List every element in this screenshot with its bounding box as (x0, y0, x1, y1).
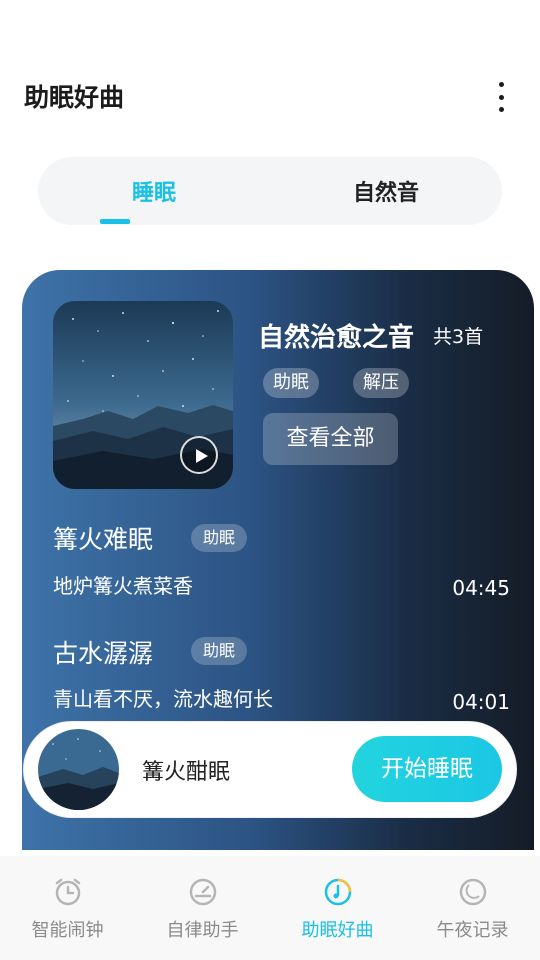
nav-label: 午夜记录 (436, 920, 509, 941)
play-icon[interactable] (180, 436, 218, 474)
nav-label: 助眠好曲 (301, 920, 374, 941)
song-tag: 助眠 (191, 637, 248, 665)
tab-bar: 睡眠 自然音 (38, 157, 502, 225)
album-tag: 解压 (353, 368, 409, 398)
player-cover (38, 729, 119, 810)
more-icon[interactable] (486, 80, 516, 114)
player-cover-image (38, 729, 119, 810)
song-duration: 04:01 (452, 690, 510, 714)
song-subtitle: 地炉篝火煮菜香 (53, 574, 193, 598)
page-title: 助眠好曲 (24, 83, 125, 112)
active-tab-indicator (100, 219, 130, 224)
mini-player[interactable]: 篝火酣眠 开始睡眠 (24, 722, 516, 817)
nav-item-alarm[interactable]: 智能闹钟 (0, 856, 135, 960)
nav-item-sleep-music[interactable]: 助眠好曲 (270, 856, 405, 960)
album-tag: 助眠 (263, 368, 319, 398)
nav-item-self-discipline[interactable]: 自律助手 (135, 856, 270, 960)
bottom-nav: 智能闹钟 自律助手 助眠好曲 午夜记录 (0, 856, 540, 960)
album-cover[interactable] (53, 301, 233, 489)
nav-label: 智能闹钟 (31, 920, 104, 941)
player-song-title: 篝火酣眠 (142, 760, 231, 785)
song-subtitle: 青山看不厌，流水趣何长 (53, 687, 273, 711)
tab-nature-sound[interactable]: 自然音 (286, 157, 486, 225)
album-count: 共3首 (433, 326, 484, 348)
song-duration: 04:45 (452, 576, 510, 600)
tab-sleep[interactable]: 睡眠 (54, 157, 254, 225)
moon-clock-icon (459, 878, 487, 906)
alarm-clock-icon (55, 878, 81, 906)
header: 助眠好曲 (0, 60, 540, 130)
nav-item-midnight-record[interactable]: 午夜记录 (405, 856, 540, 960)
song-title[interactable]: 古水潺潺 (53, 634, 153, 670)
song-title[interactable]: 篝火难眠 (53, 520, 153, 556)
gauge-icon (189, 878, 217, 906)
song-tag: 助眠 (191, 524, 248, 552)
music-disc-icon (324, 878, 352, 906)
start-sleep-button[interactable]: 开始睡眠 (352, 736, 502, 802)
view-all-button[interactable]: 查看全部 (263, 413, 398, 465)
album-title: 自然治愈之音 (258, 323, 415, 353)
nav-label: 自律助手 (166, 920, 239, 941)
